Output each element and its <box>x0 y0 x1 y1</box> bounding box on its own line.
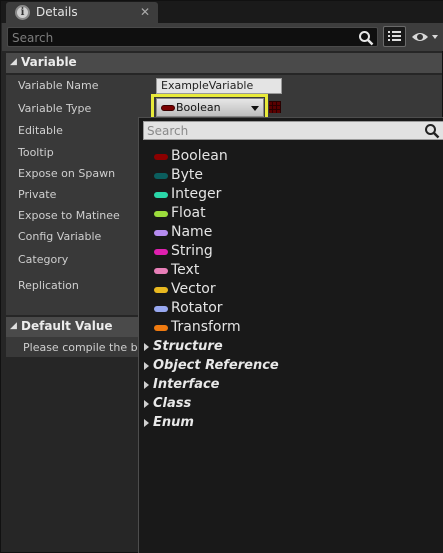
collapse-arrow-icon: ◢ <box>10 57 17 67</box>
popup-search <box>143 121 443 140</box>
label-config-variable: Config Variable <box>18 230 102 243</box>
text-pin-icon <box>154 268 168 274</box>
label-replication: Replication <box>18 279 79 292</box>
expand-arrow-icon <box>144 362 149 370</box>
view-options-button[interactable] <box>410 27 440 47</box>
category-label: Enum <box>153 415 194 430</box>
list-icon <box>388 31 401 41</box>
type-item-text[interactable]: Text <box>152 262 432 280</box>
variable-section-title: Variable <box>21 55 77 69</box>
variable-section-header[interactable]: ◢ Variable <box>6 53 442 73</box>
type-label: String <box>171 243 213 259</box>
details-panel: i Details ✕ ◢ <box>0 0 443 553</box>
category-label: Structure <box>153 339 223 354</box>
label-variable-name: Variable Name <box>18 79 99 92</box>
type-item-rotator[interactable]: Rotator <box>152 300 432 318</box>
compile-message: Please compile the blu <box>23 341 148 354</box>
type-item-byte[interactable]: Byte <box>152 167 432 185</box>
type-search-input[interactable] <box>147 123 417 138</box>
type-item-boolean[interactable]: Boolean <box>152 148 432 166</box>
variable-type-dropdown[interactable]: Boolean <box>156 98 264 117</box>
type-label: Vector <box>171 281 216 297</box>
search-icon[interactable] <box>358 30 374 46</box>
label-private: Private <box>18 188 57 201</box>
transform-pin-icon <box>154 325 168 331</box>
category-interface[interactable]: Interface <box>143 377 433 395</box>
boolean-pin-icon <box>161 105 175 111</box>
collapse-arrow-icon: ◢ <box>10 321 17 331</box>
type-label: Name <box>171 224 213 240</box>
type-item-float[interactable]: Float <box>152 205 432 223</box>
type-item-transform[interactable]: Transform <box>152 319 432 337</box>
type-label: Float <box>171 205 206 221</box>
name-pin-icon <box>154 230 168 236</box>
label-editable: Editable <box>18 124 63 137</box>
rotator-pin-icon <box>154 306 168 312</box>
container-type-icon[interactable] <box>269 101 281 113</box>
type-item-vector[interactable]: Vector <box>152 281 432 299</box>
label-expose-on-spawn: Expose on Spawn <box>18 167 116 180</box>
variable-type-label: Boolean <box>176 101 221 114</box>
eye-icon <box>412 33 438 41</box>
type-item-integer[interactable]: Integer <box>152 186 432 204</box>
category-label: Class <box>153 396 192 411</box>
details-search <box>7 27 378 47</box>
type-label: Integer <box>171 186 222 202</box>
expand-arrow-icon <box>144 400 149 408</box>
category-class[interactable]: Class <box>143 396 433 414</box>
chevron-down-icon <box>251 106 259 111</box>
search-icon <box>425 124 440 139</box>
details-toolbar <box>2 23 443 51</box>
expand-arrow-icon <box>144 419 149 427</box>
category-object-reference[interactable]: Object Reference <box>143 358 433 376</box>
category-enum[interactable]: Enum <box>143 415 433 433</box>
property-matrix-button[interactable] <box>383 26 406 47</box>
type-label: Text <box>171 262 200 278</box>
label-category: Category <box>18 253 69 266</box>
boolean-pin-icon <box>154 154 168 160</box>
integer-pin-icon <box>154 192 168 198</box>
info-icon: i <box>15 5 30 20</box>
category-label: Object Reference <box>153 358 279 373</box>
tab-title: Details <box>36 5 78 19</box>
type-item-name[interactable]: Name <box>152 224 432 242</box>
variable-name-field[interactable]: ExampleVariable <box>156 78 282 94</box>
category-structure[interactable]: Structure <box>143 339 433 357</box>
label-variable-type: Variable Type <box>18 102 92 115</box>
string-pin-icon <box>154 249 168 255</box>
category-label: Interface <box>153 377 220 392</box>
type-label: Byte <box>171 167 203 183</box>
label-tooltip: Tooltip <box>18 146 54 159</box>
default-value-section-title: Default Value <box>21 319 113 333</box>
type-label: Transform <box>171 319 241 335</box>
expand-arrow-icon <box>144 343 149 351</box>
byte-pin-icon <box>154 173 168 179</box>
type-label: Boolean <box>171 148 228 164</box>
type-item-string[interactable]: String <box>152 243 432 261</box>
search-input[interactable] <box>12 30 352 45</box>
close-icon[interactable]: ✕ <box>140 5 150 19</box>
float-pin-icon <box>154 211 168 217</box>
tab-details[interactable]: i Details ✕ <box>6 2 158 24</box>
type-label: Rotator <box>171 300 223 316</box>
label-expose-to-matinee: Expose to Matinee <box>18 209 120 222</box>
tab-bar: i Details ✕ <box>1 1 443 24</box>
vector-pin-icon <box>154 287 168 293</box>
expand-arrow-icon <box>144 381 149 389</box>
